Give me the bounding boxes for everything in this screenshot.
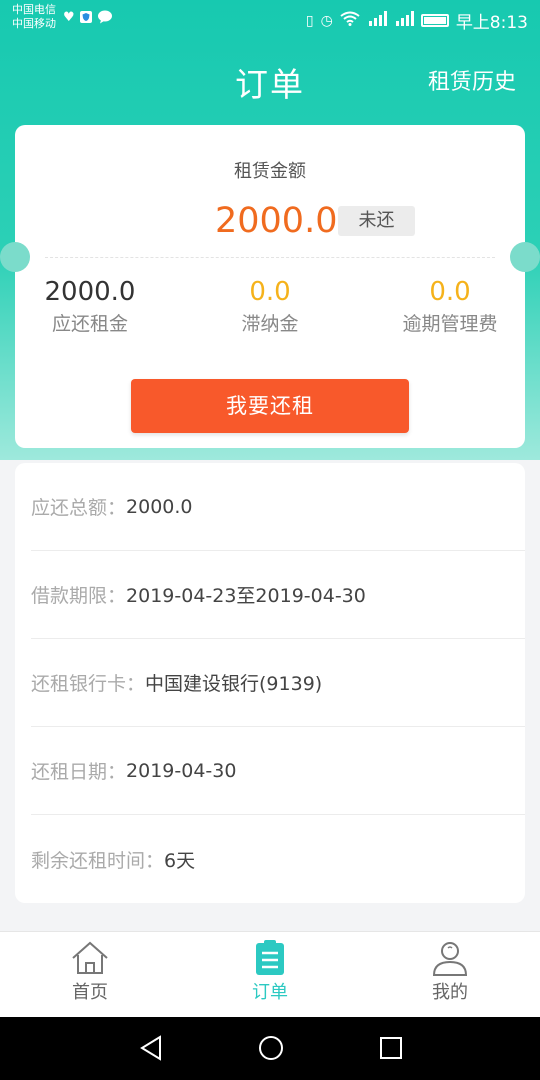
tab-orders[interactable]: 订单 [210, 940, 330, 1004]
detail-value: 2019-04-23至2019-04-30 [126, 585, 366, 607]
system-navigation-bar [0, 1017, 540, 1080]
detail-value: 2019-04-30 [126, 759, 237, 782]
stat-value: 0.0 [429, 277, 471, 307]
home-button-icon[interactable] [257, 1034, 285, 1066]
tab-home[interactable]: 首页 [30, 940, 150, 1004]
dashed-divider [45, 257, 495, 258]
detail-value: 2000.0 [126, 495, 193, 518]
order-details-card: 应还总额： 2000.0 借款期限： 2019-04-23至2019-04-30… [15, 463, 525, 903]
detail-row-remaining: 剩余还租时间： 6天 [31, 815, 525, 903]
system-status: ▯ ◷ 早上8:13 [306, 8, 528, 33]
stat-label: 滞纳金 [241, 313, 299, 335]
card-notch-left [0, 242, 30, 272]
stat-rent-due: 2000.0 应还租金 [5, 277, 175, 336]
battery-icon [420, 14, 449, 27]
status-time: 早上8:13 [455, 13, 528, 33]
stat-value: 2000.0 [44, 277, 136, 307]
detail-key: 还租银行卡： [31, 673, 146, 695]
stat-label: 应还租金 [51, 313, 128, 335]
profile-icon [430, 940, 470, 976]
shield-icon [79, 10, 93, 28]
signal-icon [367, 10, 387, 31]
status-bar: 中国电信 中国移动 ♥ ▯ ◷ 早上8:13 [0, 0, 540, 40]
detail-row-date: 还租日期： 2019-04-30 [31, 727, 525, 815]
detail-row-term: 借款期限： 2019-04-23至2019-04-30 [31, 551, 525, 639]
status-badge: 未还 [338, 206, 415, 236]
carrier-info: 中国电信 中国移动 [12, 3, 56, 31]
signal-icon [394, 10, 414, 31]
notification-icons: ♥ [63, 10, 113, 28]
detail-key: 应还总额： [31, 497, 127, 519]
detail-value: 中国建设银行(9139) [145, 673, 323, 695]
stat-late-fee: 0.0 滞纳金 [185, 277, 355, 336]
rental-history-link[interactable]: 租赁历史 [428, 64, 516, 96]
tab-profile[interactable]: 我的 [390, 940, 510, 1004]
detail-key: 还租日期： [31, 761, 127, 783]
detail-value: 6天 [164, 849, 196, 872]
alarm-icon: ◷ [320, 12, 333, 29]
wifi-icon [340, 11, 360, 31]
detail-key: 剩余还租时间： [31, 849, 165, 872]
pay-rent-button[interactable]: 我要还租 [131, 379, 409, 433]
order-icon [250, 940, 290, 976]
home-icon [70, 940, 110, 976]
tab-label: 首页 [72, 982, 108, 1003]
vibrate-icon: ▯ [305, 12, 314, 29]
heart-icon: ♥ [63, 10, 75, 25]
card-notch-right [510, 242, 540, 272]
stat-label: 逾期管理费 [402, 313, 498, 335]
rent-amount-label: 租赁金额 [234, 161, 306, 182]
back-icon[interactable] [138, 1034, 164, 1066]
stat-overdue-fee: 0.0 逾期管理费 [365, 277, 535, 336]
detail-row-bank-card: 还租银行卡： 中国建设银行(9139) [31, 639, 525, 727]
tab-label: 我的 [432, 982, 468, 1003]
carrier-1: 中国电信 [12, 3, 56, 16]
stat-value: 0.0 [249, 277, 291, 307]
tab-label: 订单 [252, 982, 288, 1003]
bottom-tab-bar: 首页 订单 我的 [0, 931, 540, 1017]
carrier-2: 中国移动 [12, 17, 56, 30]
detail-key: 借款期限： [31, 585, 127, 607]
detail-row-total: 应还总额： 2000.0 [31, 463, 525, 551]
rent-amount-value: 2000.0 [215, 201, 338, 241]
rental-summary-card: 租赁金额 2000.0 未还 2000.0 应还租金 0.0 滞纳金 0.0 逾… [15, 125, 525, 448]
recents-icon[interactable] [378, 1034, 404, 1066]
chat-icon [97, 10, 113, 28]
